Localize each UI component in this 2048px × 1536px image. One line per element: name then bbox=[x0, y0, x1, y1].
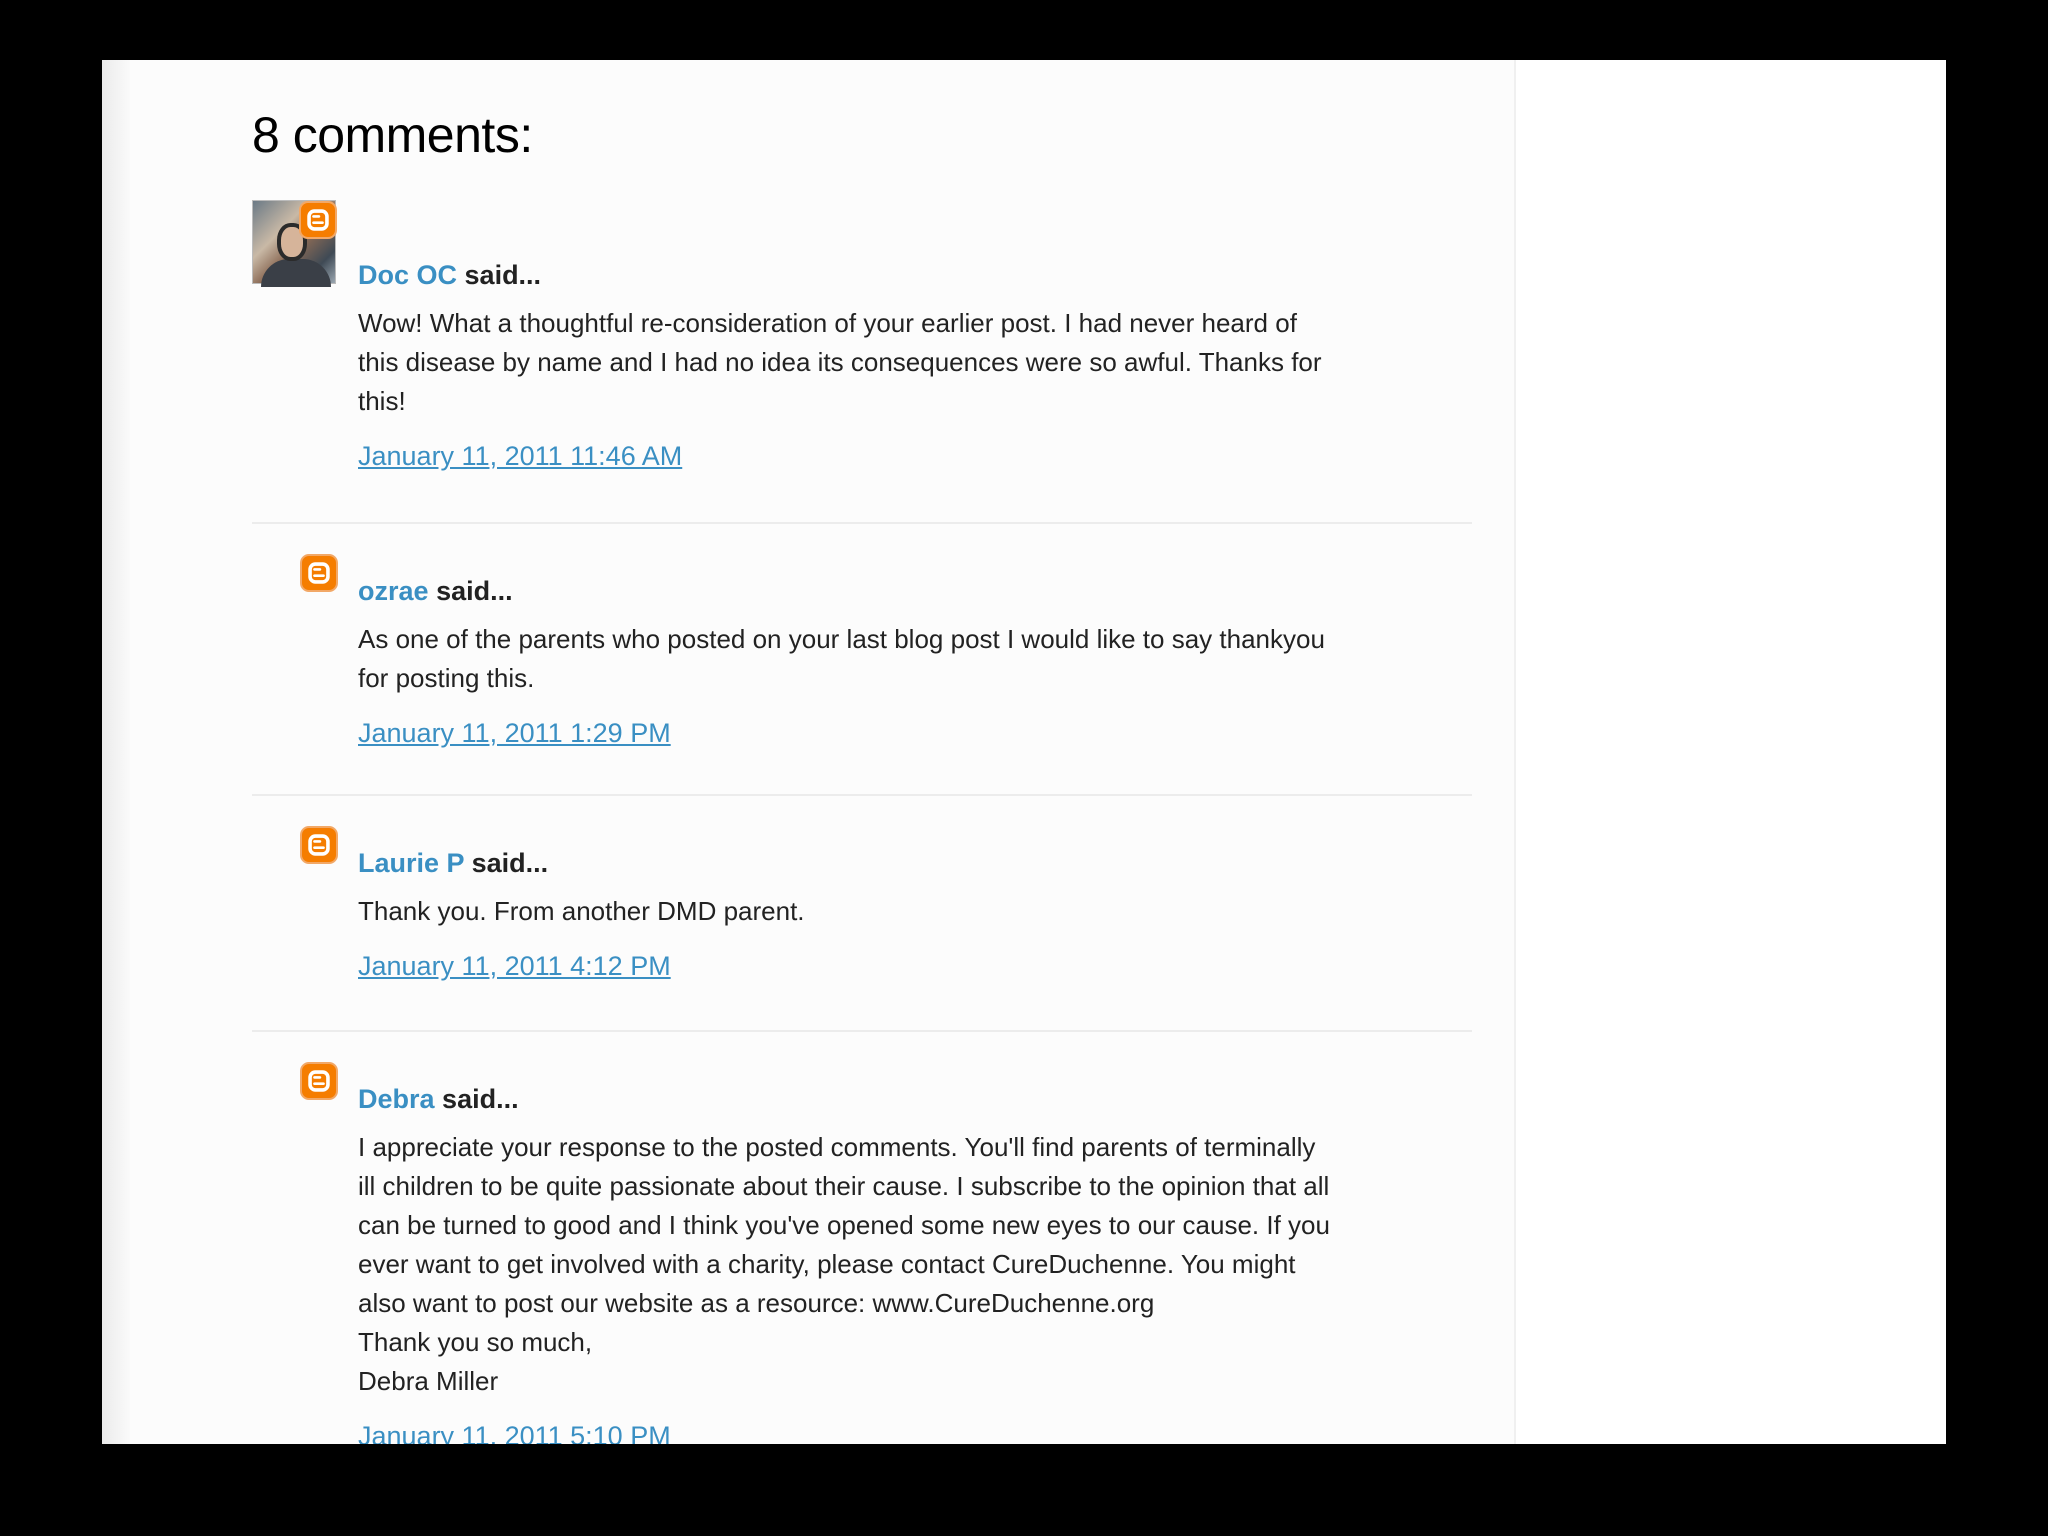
comment-item: ozrae said... As one of the parents who … bbox=[252, 522, 1472, 794]
comment-byline: Doc OC said... bbox=[358, 190, 1472, 292]
comment-body-line: Wow! What a thoughtful re-consideration … bbox=[358, 308, 1297, 338]
comment-timestamp-link[interactable]: January 11, 2011 11:46 AM bbox=[358, 439, 682, 473]
blogger-icon[interactable] bbox=[300, 554, 338, 592]
comment-body: I appreciate your response to the posted… bbox=[358, 1128, 1418, 1401]
blogger-icon bbox=[299, 201, 337, 239]
comment-timestamp-link[interactable]: January 11, 2011 5:10 PM bbox=[358, 1419, 671, 1444]
main-column: 8 comments: Doc OC said... Wow! What a t… bbox=[130, 60, 1516, 1444]
blogger-icon[interactable] bbox=[300, 1062, 338, 1100]
comment-body: As one of the parents who posted on your… bbox=[358, 620, 1418, 698]
comment-body-line: this disease by name and I had no idea i… bbox=[358, 347, 1322, 377]
said-label: said... bbox=[442, 1084, 519, 1114]
avatar-shoulders bbox=[261, 259, 331, 287]
comment-body-line: this! bbox=[358, 386, 406, 416]
comment-body-line: Thank you. From another DMD parent. bbox=[358, 896, 805, 926]
comment-body-line: also want to post our website as a resou… bbox=[358, 1288, 1155, 1318]
comment-byline: Debra said... bbox=[358, 1082, 1472, 1116]
browser-viewport: 8 comments: Doc OC said... Wow! What a t… bbox=[102, 60, 1946, 1444]
comment-body: Thank you. From another DMD parent. bbox=[358, 892, 1418, 931]
said-label: said... bbox=[471, 848, 549, 878]
comment-byline: ozrae said... bbox=[358, 574, 1472, 608]
comment-author-link[interactable]: Doc OC bbox=[358, 260, 457, 290]
comment-body-line: As one of the parents who posted on your… bbox=[358, 624, 1325, 654]
comment-author-link[interactable]: Debra bbox=[358, 1084, 435, 1114]
comment-body-line: for posting this. bbox=[358, 663, 535, 693]
comment-body-line: Debra Miller bbox=[358, 1366, 499, 1396]
said-label: said... bbox=[464, 260, 542, 290]
comment-author-link[interactable]: ozrae bbox=[358, 576, 429, 606]
comment-item: Doc OC said... Wow! What a thoughtful re… bbox=[252, 190, 1472, 522]
comment-body: Wow! What a thoughtful re-consideration … bbox=[358, 304, 1418, 421]
comment-body-line: can be turned to good and I think you've… bbox=[358, 1210, 1330, 1240]
comment-item: Laurie P said... Thank you. From another… bbox=[252, 794, 1472, 1030]
comment-body-line: I appreciate your response to the posted… bbox=[358, 1132, 1316, 1162]
comment-body-line: Thank you so much, bbox=[358, 1327, 593, 1357]
comment-timestamp-link[interactable]: January 11, 2011 1:29 PM bbox=[358, 716, 671, 750]
comment-body-line: ever want to get involved with a charity… bbox=[358, 1249, 1296, 1279]
comment-author-link[interactable]: Laurie P bbox=[358, 848, 464, 878]
blogger-icon[interactable] bbox=[300, 826, 338, 864]
comment-byline: Laurie P said... bbox=[358, 846, 1472, 880]
comment-item: Debra said... I appreciate your response… bbox=[252, 1030, 1472, 1444]
comments-list: Doc OC said... Wow! What a thoughtful re… bbox=[252, 190, 1472, 1444]
comment-body-line: ill children to be quite passionate abou… bbox=[358, 1171, 1330, 1201]
comment-timestamp-link[interactable]: January 11, 2011 4:12 PM bbox=[358, 949, 671, 983]
said-label: said... bbox=[436, 576, 513, 606]
page-left-shadow bbox=[102, 60, 130, 1444]
sidebar-area bbox=[1518, 60, 1946, 1444]
user-photo-avatar[interactable] bbox=[252, 200, 337, 287]
comments-heading: 8 comments: bbox=[252, 107, 533, 163]
